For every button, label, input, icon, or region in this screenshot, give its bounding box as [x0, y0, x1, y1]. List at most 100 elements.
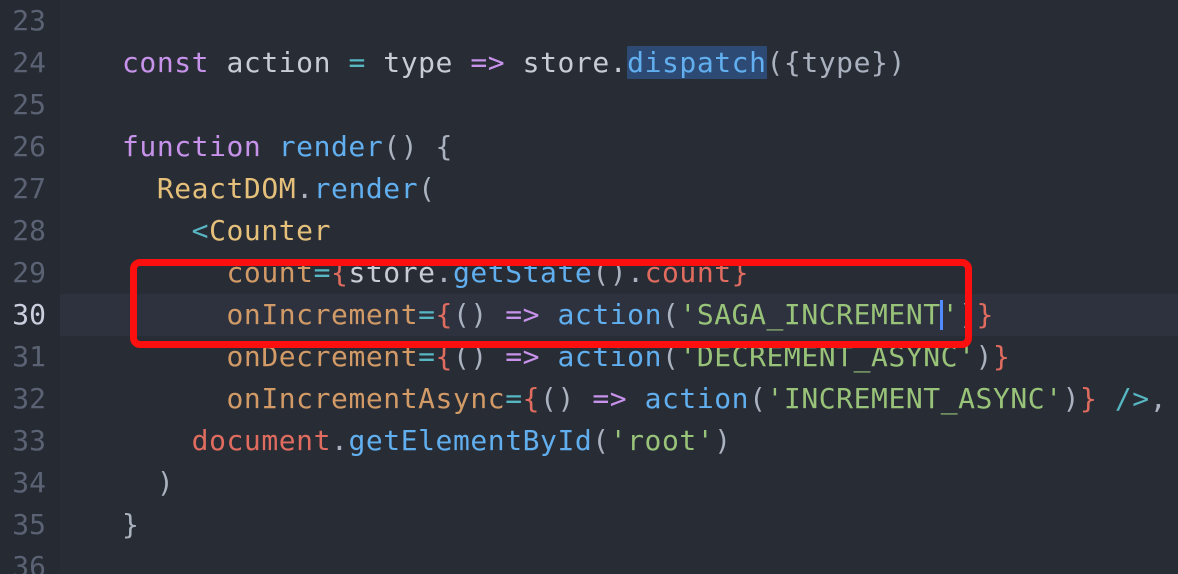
token-call-args: ({type}) [766, 46, 906, 79]
token-jsx-attr-onincrementasync: onIncrementAsync [226, 382, 506, 415]
token-function-action: action [557, 298, 662, 331]
token-dot: . [435, 256, 453, 289]
token-parens: () [592, 256, 628, 289]
code-line-30[interactable]: onIncrement={() => action('SAGA_INCREMEN… [122, 294, 994, 336]
line-number: 23 [12, 4, 46, 37]
token-parens: () [452, 298, 488, 331]
line-number: 31 [12, 340, 46, 373]
token-object-store: store [348, 256, 436, 289]
token-paren: ( [418, 172, 436, 205]
token-brace-open: { [331, 256, 349, 289]
token-function-action: action [557, 340, 662, 373]
line-number: 32 [12, 382, 46, 415]
token-object-store: store. [522, 46, 628, 79]
token-selected-dispatch[interactable]: dispatch [627, 46, 767, 79]
line-number: 33 [12, 424, 46, 457]
token-object-document: document [191, 424, 332, 457]
token-string-increment-async: 'INCREMENT_ASYNC' [766, 382, 1063, 415]
token-arrow: => [592, 382, 628, 415]
token-string-saga-increment: 'SAGA_INCREMENT [679, 298, 941, 331]
token-brace-close: } [731, 256, 750, 289]
code-line-34[interactable]: ) [122, 462, 174, 504]
code-line-35[interactable]: } [122, 504, 139, 546]
token-paren-close: ) [975, 340, 993, 373]
code-line-31[interactable]: onDecrement={() => action('DECREMENT_ASY… [122, 336, 1010, 378]
token-brace-open: { [435, 298, 453, 331]
code-line-26[interactable]: function render() { [122, 126, 453, 168]
token-parens: () [540, 382, 575, 415]
token-string-quote-close: ' [941, 298, 960, 331]
token-brace-close: } [992, 340, 1011, 373]
line-number: 35 [12, 508, 46, 541]
token-dot: . [331, 424, 349, 457]
token-jsx-component-counter: Counter [209, 214, 332, 247]
token-arrow: => [470, 46, 506, 79]
token-method-getelementbyid: getElementById [348, 424, 593, 457]
line-number: 25 [12, 88, 46, 121]
line-number: 26 [12, 130, 46, 163]
token-equals: = [313, 256, 332, 289]
line-number-active: 30 [12, 298, 46, 331]
token-paren-open: ( [662, 340, 680, 373]
code-line-33[interactable]: document.getElementById('root') [122, 420, 732, 462]
token-comma: , [1149, 382, 1168, 415]
code-line-24[interactable]: const action = type => store.dispatch({t… [122, 42, 906, 84]
token-paren-close: ) [1062, 382, 1081, 415]
token-jsx-angle-open: < [191, 214, 210, 247]
token-equals: = [418, 298, 436, 331]
token-jsx-attr-count: count [226, 256, 314, 289]
code-line-29[interactable]: count={store.getState().count} [122, 252, 749, 294]
token-brace-close: } [976, 298, 994, 331]
token-arrow: => [505, 298, 541, 331]
token-equals: = [505, 382, 523, 415]
line-number: 28 [12, 214, 46, 247]
token-keyword-function: function [122, 130, 262, 163]
token-identifier-action: action [226, 46, 332, 79]
token-punct: () { [383, 130, 453, 163]
code-content[interactable]: const action = type => store.dispatch({t… [60, 0, 1178, 574]
token-string-root: 'root' [609, 424, 715, 457]
code-line-32[interactable]: onIncrementAsync={() => action('INCREMEN… [122, 378, 1167, 420]
token-paren-open: ( [662, 298, 680, 331]
token-brace-close: } [122, 508, 140, 541]
line-number: 27 [12, 172, 46, 205]
token-function-action: action [644, 382, 750, 415]
line-number: 34 [12, 466, 46, 499]
token-equals: = [418, 340, 436, 373]
token-paren-close: ) [714, 424, 732, 457]
token-arrow: => [505, 340, 541, 373]
token-method-getstate: getState [452, 256, 593, 289]
token-param-type: type [383, 46, 453, 79]
line-number-gutter: 23 24 25 26 27 28 29 30 31 32 33 34 35 3… [0, 0, 60, 574]
code-editor[interactable]: 23 24 25 26 27 28 29 30 31 32 33 34 35 3… [0, 0, 1178, 574]
line-number: 36 [12, 550, 46, 574]
token-parens: () [452, 340, 488, 373]
token-jsx-selfclose: /> [1114, 382, 1150, 415]
token-keyword-const: const [122, 46, 210, 79]
code-line-27[interactable]: ReactDOM.render( [122, 168, 436, 210]
token-brace-open: { [522, 382, 541, 415]
token-dot: . [296, 172, 314, 205]
token-paren-open: ( [592, 424, 610, 457]
token-operator-equals: = [348, 46, 366, 79]
code-line-28[interactable]: <Counter [122, 210, 331, 252]
